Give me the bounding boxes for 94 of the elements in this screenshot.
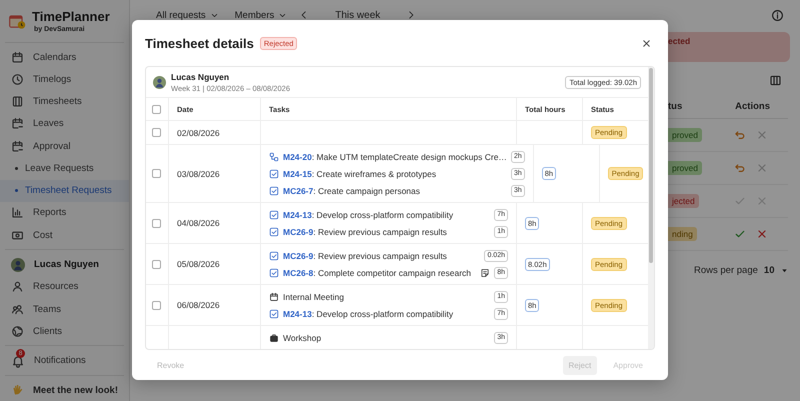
avatar-icon [11,258,25,272]
sidebar-item[interactable]: Timelogs [0,68,129,91]
rows-per-page-label: Rows per page [694,265,758,276]
task-link[interactable]: M24-13 [283,308,312,318]
rows-per-page-select[interactable]: 10 [764,265,774,276]
task-link[interactable]: M24-15 [283,168,312,178]
clock-icon [11,72,24,86]
filter-dropdown[interactable]: Members [230,8,292,22]
date-cell: 04/08/2026 [177,218,220,228]
task-link[interactable]: MC26-9 [283,250,314,260]
calendar-icon [11,50,24,64]
date-cell: 06/08/2026 [177,300,220,310]
close-icon [641,38,652,48]
checkbox[interactable] [152,260,161,268]
checkbox[interactable] [152,169,161,178]
task-title: M24-13: Develop cross-platform compatibility [283,308,454,318]
task-title: Workshop [283,332,322,342]
bell-icon [11,354,25,368]
checkbox-icon [269,186,279,196]
task-link[interactable]: MC26-7 [283,186,314,196]
status-badge: nding [668,227,697,241]
status-badge: jected [668,194,699,208]
user-name: Lucas Nguyen [34,259,99,270]
close-button[interactable] [641,38,652,48]
task-link[interactable]: MC26-8 [283,268,314,278]
sidebar-item[interactable]: Cost [0,224,129,246]
task-link[interactable]: M24-20 [283,152,312,162]
task-title: M24-13: Develop cross-platform compatibility [283,210,454,220]
date-cell: 03/08/2026 [177,168,220,178]
checkbox-icon [269,210,279,220]
task-title: MC26-9: Review previous campaign results [283,226,448,236]
sidebar-item[interactable]: Resources [0,276,129,298]
checkbox-icon [269,168,279,178]
undo-icon [734,129,746,141]
user-name: Lucas Nguyen [171,72,230,82]
app-name: TimePlanner [32,9,110,24]
status-badge: proved [668,161,702,175]
sidebar-subitem[interactable]: Timesheet Requests [0,180,129,202]
sidebar-item[interactable]: Teams [0,298,129,320]
waving-hand-icon [11,384,24,398]
people-icon [11,302,24,316]
columns-icon [769,74,782,87]
sidebar-item[interactable]: Calendars [0,46,129,68]
period-label: This week [334,10,382,20]
checkbox-icon [269,226,279,236]
date-cell: 05/08/2026 [177,259,220,269]
checkbox[interactable] [152,218,161,228]
task-title: MC26-7: Create campaign personas [283,186,422,196]
checkbox-icon [269,268,279,278]
info-icon [771,8,784,22]
check-icon [734,228,746,240]
status-badge: proved [668,128,702,142]
calendar-icon [11,117,24,130]
sidebar-item[interactable]: Approval [0,135,129,158]
checkbox[interactable] [152,104,161,114]
task-title: MC26-9: Review previous campaign results [283,250,448,260]
sidebar-subitem[interactable]: Leave Requests [0,157,129,180]
filter-dropdown[interactable]: All requests [152,8,223,22]
avatar-icon [153,76,166,88]
close-icon [756,228,768,240]
promo-text[interactable]: Meet the new look! [33,385,118,396]
check-icon [734,195,746,207]
sidebar-item[interactable]: Clients [0,320,129,342]
person-icon [11,280,24,294]
close-icon [756,195,768,207]
calendar-icon [269,292,279,302]
task-link[interactable]: M24-13 [283,210,312,220]
globe-icon [11,324,24,338]
checkbox[interactable] [152,300,161,310]
checkbox-icon [269,308,279,318]
scrollbar-thumb[interactable] [649,68,653,263]
bar-chart-icon [11,206,24,220]
subtask-icon [269,152,279,162]
banknote-icon [11,228,24,242]
close-icon [756,162,768,174]
task-link[interactable]: MC26-9 [283,226,314,236]
date-cell: 02/08/2026 [177,128,220,138]
column-header: tus [668,101,682,112]
sidebar-item[interactable]: Leaves [0,112,129,136]
dialog-title: Timesheet details [145,36,254,50]
checkbox[interactable] [152,128,161,137]
close-icon [756,129,768,141]
alert-banner: ected [668,32,790,62]
calendar-icon [11,140,24,153]
task-title: M24-20: Make UTM templateCreate design mockups Cre… [283,152,507,162]
briefcase-icon [269,332,279,342]
task-title: MC26-8: Complete competitor campaign research [283,268,472,278]
undo-icon [734,162,746,174]
task-title: M24-15: Create wireframes & prototypes [283,168,438,178]
task-title: Internal Meeting [283,292,345,302]
table-icon [11,95,24,108]
column-header: Actions [735,101,770,112]
checkbox-icon [269,250,279,260]
sidebar-item[interactable]: Timesheets [0,90,129,113]
